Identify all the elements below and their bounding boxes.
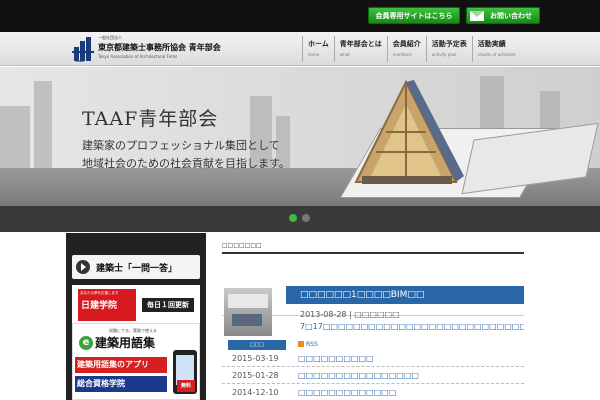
nav-label: 会員紹介	[392, 40, 421, 48]
logo-small-text: 一般社団法人	[98, 35, 122, 40]
top-bar: 会員専用サイトはこちら お問い合わせ	[0, 0, 600, 32]
quiz-banner-title: 建築士「一問一答」	[96, 263, 178, 274]
glossary-app-banner[interactable]: 試験にでる、実務で使える e 建築用語集 建築用語集のアプリ 総合資格学院 無料	[72, 323, 200, 400]
school-label: 総合資格学院	[75, 376, 167, 392]
nikken-tagline: あなたの夢を応援します	[80, 291, 119, 295]
nav-sublabel: what	[339, 52, 350, 57]
arrow-right-icon	[76, 260, 90, 274]
news-list-header: □□□ RSS	[222, 340, 524, 350]
nav-sublabel: members	[392, 52, 412, 57]
logo-english: Tokyo Association of Architectural Firms	[98, 54, 178, 59]
site-header: 一般社団法人 東京都建築士事務所協会 青年部会 Tokyo Associatio…	[0, 32, 600, 66]
hero-title: TAAF青年部会	[82, 108, 219, 130]
list-item: 2014-12-10 □□□□□□□□□□□□□	[222, 384, 524, 400]
list-item: 2015-03-19 □□□□□□□□□□	[222, 350, 524, 367]
hero-banner: TAAF青年部会 建築家のプロフェッショナル集団として 地域社会のための社会貢献…	[0, 67, 600, 206]
nav-label: 活動予定表	[431, 40, 467, 48]
news-date: 2015-03-19	[232, 353, 279, 363]
nav-label: 活動実績	[477, 40, 506, 48]
contact-button[interactable]: お問い合わせ	[466, 7, 540, 24]
featured-title-link[interactable]: □□□□□□1□□□□BIM□□	[286, 286, 524, 304]
list-item: 2015-01-28 □□□□□□□□□□□□□□□□	[222, 367, 524, 384]
news-list-tab[interactable]: □□□	[228, 340, 286, 350]
logo-title[interactable]: 東京都建築士事務所協会 青年部会	[98, 42, 221, 53]
news-section: □□□□□□□ □□□□□□1□□□□BIM□□ 2013-08-28 | □□…	[222, 242, 524, 397]
featured-thumbnail[interactable]	[224, 288, 272, 336]
nikken-banner[interactable]: あなたの夢を応援します 日建学院 毎日１回更新	[72, 285, 200, 325]
quiz-banner-link[interactable]: 建築士「一問一答」	[72, 255, 200, 279]
glossary-app-label: 建築用語集のアプリ	[75, 357, 167, 373]
house-frame-illustration	[354, 79, 464, 184]
slider-dot-active[interactable]	[289, 214, 297, 222]
slider-pager	[0, 206, 600, 232]
nav-sublabel: results of activities	[477, 52, 516, 57]
glossary-title: 建築用語集	[95, 336, 156, 350]
nav-item-home[interactable]: ホーム home	[302, 36, 334, 62]
logo-abbr: TAAF	[75, 59, 85, 63]
sidebar-banners: 建築士「一問一答」 あなたの夢を応援します 日建学院 毎日１回更新 試験にでる、…	[66, 233, 206, 400]
daily-update-badge: 毎日１回更新	[142, 298, 194, 312]
city-building	[34, 81, 52, 176]
members-site-button[interactable]: 会員専用サイトはこちら	[368, 7, 460, 24]
nav-label: ホーム	[308, 40, 329, 48]
nav-item-activity-plan[interactable]: 活動予定表 activity plan	[425, 36, 472, 62]
rss-link[interactable]: RSS	[298, 341, 318, 348]
nav-sublabel: home	[308, 52, 320, 57]
hero-subtitle: 建築家のプロフェッショナル集団として	[82, 139, 280, 152]
nikken-logo: あなたの夢を応援します 日建学院	[78, 289, 136, 321]
city-building	[0, 106, 30, 176]
nav-item-results[interactable]: 活動実績 results of activities	[471, 36, 521, 62]
featured-date: 2013-08-28 | □□□□□□	[300, 310, 400, 319]
news-title-link[interactable]: □□□□□□□□□□	[286, 354, 374, 363]
featured-excerpt-link[interactable]: 7□17□□□□□□□□□□□□□□□□□□□□□□□□□□□□□□...	[300, 322, 524, 331]
nav-label: 青年部会とは	[339, 40, 382, 48]
hero-subtitle: 地域社会のための社会貢献を目指します。	[82, 157, 290, 170]
featured-post: □□□□□□1□□□□BIM□□ 2013-08-28 | □□□□□□ 7□1…	[222, 260, 524, 336]
nikken-brand: 日建学院	[81, 301, 118, 311]
news-date: 2014-12-10	[232, 387, 279, 397]
section-title: □□□□□□□	[222, 242, 524, 254]
news-date: 2015-01-28	[232, 370, 279, 380]
nav-item-what[interactable]: 青年部会とは what	[333, 36, 387, 62]
e-icon: e	[79, 336, 93, 350]
news-list: 2015-03-19 □□□□□□□□□□ 2015-01-28 □□□□□□□…	[222, 350, 524, 400]
mail-icon	[470, 10, 484, 21]
news-title-link[interactable]: □□□□□□□□□□□□□□□□	[286, 371, 419, 380]
nav-sublabel: activity plan	[431, 52, 457, 57]
main-nav: ホーム home 青年部会とは what 会員紹介 members 活動予定表 …	[302, 36, 521, 62]
nav-item-members[interactable]: 会員紹介 members	[386, 36, 426, 62]
news-title-link[interactable]: □□□□□□□□□□□□□	[286, 388, 396, 397]
free-badge: 無料	[177, 380, 195, 392]
slider-dot[interactable]	[302, 214, 310, 222]
logo-icon[interactable]	[72, 37, 94, 61]
contact-label: お問い合わせ	[490, 11, 532, 20]
